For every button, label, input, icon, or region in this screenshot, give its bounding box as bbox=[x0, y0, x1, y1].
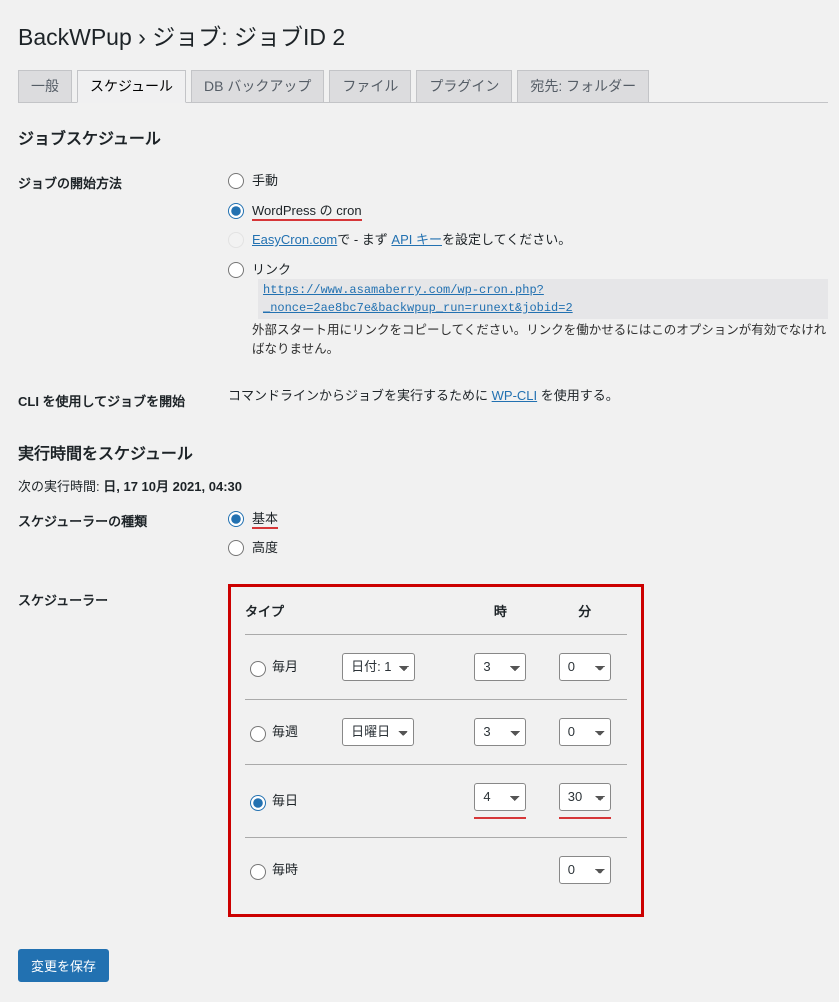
tab-schedule[interactable]: スケジュール bbox=[77, 70, 186, 103]
select-weekly-min[interactable]: 0 bbox=[559, 718, 611, 746]
link-api-key[interactable]: API キー bbox=[391, 232, 442, 247]
select-hourly-min[interactable]: 0 bbox=[559, 856, 611, 884]
section-job-schedule: ジョブスケジュール bbox=[18, 125, 828, 149]
radio-start-wpcron[interactable] bbox=[228, 203, 244, 219]
label-scheduler: スケジューラー bbox=[18, 578, 228, 927]
text-easycron-suf: を設定してください。 bbox=[442, 232, 571, 247]
label-daily: 毎日 bbox=[272, 793, 298, 808]
tab-db-backup[interactable]: DB バックアップ bbox=[191, 70, 324, 103]
select-daily-hour[interactable]: 4 bbox=[474, 783, 526, 811]
value-next-run: 日, 17 10月 2021, 04:30 bbox=[103, 479, 242, 494]
text-easycron-mid: で - まず bbox=[337, 232, 391, 247]
col-min: 分 bbox=[543, 591, 627, 635]
col-type: タイプ bbox=[245, 591, 342, 635]
radio-scheduler-basic[interactable] bbox=[228, 511, 244, 527]
label-wpcron: WordPress の cron bbox=[252, 203, 362, 221]
select-monthly-hour[interactable]: 3 bbox=[474, 653, 526, 681]
scheduler-box: タイプ 時 分 毎月 bbox=[228, 584, 644, 917]
select-monthly-min[interactable]: 0 bbox=[559, 653, 611, 681]
label-advanced: 高度 bbox=[252, 540, 278, 555]
label-manual: 手動 bbox=[252, 173, 278, 188]
radio-daily[interactable] bbox=[250, 795, 266, 811]
label-monthly: 毎月 bbox=[272, 659, 298, 674]
radio-monthly[interactable] bbox=[250, 661, 266, 677]
select-monthly-date[interactable]: 日付: 1 bbox=[342, 653, 415, 681]
label-start-method: ジョブの開始方法 bbox=[18, 161, 228, 379]
label-basic: 基本 bbox=[252, 511, 278, 529]
label-hourly: 毎時 bbox=[272, 862, 298, 877]
tabs: 一般 スケジュール DB バックアップ ファイル プラグイン 宛先: フォルダー bbox=[18, 70, 828, 103]
label-scheduler-type: スケジューラーの種類 bbox=[18, 499, 228, 578]
select-weekly-day[interactable]: 日曜日 bbox=[342, 718, 414, 746]
section-time-schedule: 実行時間をスケジュール bbox=[18, 440, 828, 464]
label-next-run: 次の実行時間: bbox=[18, 479, 103, 494]
tab-plugin[interactable]: プラグイン bbox=[416, 70, 512, 103]
text-link-url[interactable]: https://www.asamaberry.com/wp-cron.php?_… bbox=[258, 279, 828, 319]
label-weekly: 毎週 bbox=[272, 724, 298, 739]
save-button[interactable]: 変更を保存 bbox=[18, 949, 109, 982]
radio-weekly[interactable] bbox=[250, 726, 266, 742]
col-hour: 時 bbox=[458, 591, 542, 635]
link-wpcli[interactable]: WP-CLI bbox=[492, 388, 538, 403]
text-link-note: 外部スタート用にリンクをコピーしてください。リンクを働かせるにはこのオプションが… bbox=[252, 321, 828, 359]
text-cli-pre: コマンドラインからジョブを実行するために bbox=[228, 388, 492, 403]
tab-general[interactable]: 一般 bbox=[18, 70, 72, 103]
radio-hourly[interactable] bbox=[250, 864, 266, 880]
tab-file[interactable]: ファイル bbox=[329, 70, 411, 103]
radio-start-easycron bbox=[228, 232, 244, 248]
tab-dest-folder[interactable]: 宛先: フォルダー bbox=[517, 70, 649, 103]
radio-scheduler-advanced[interactable] bbox=[228, 540, 244, 556]
text-cli-post: を使用する。 bbox=[537, 388, 619, 403]
label-cli: CLI を使用してジョブを開始 bbox=[18, 379, 228, 422]
page-title: BackWPup › ジョブ: ジョブID 2 bbox=[18, 10, 828, 56]
link-easycron[interactable]: EasyCron.com bbox=[252, 232, 337, 247]
select-weekly-hour[interactable]: 3 bbox=[474, 718, 526, 746]
label-link: リンク bbox=[252, 262, 291, 277]
select-daily-min[interactable]: 30 bbox=[559, 783, 611, 811]
radio-start-manual[interactable] bbox=[228, 173, 244, 189]
radio-start-link[interactable] bbox=[228, 262, 244, 278]
